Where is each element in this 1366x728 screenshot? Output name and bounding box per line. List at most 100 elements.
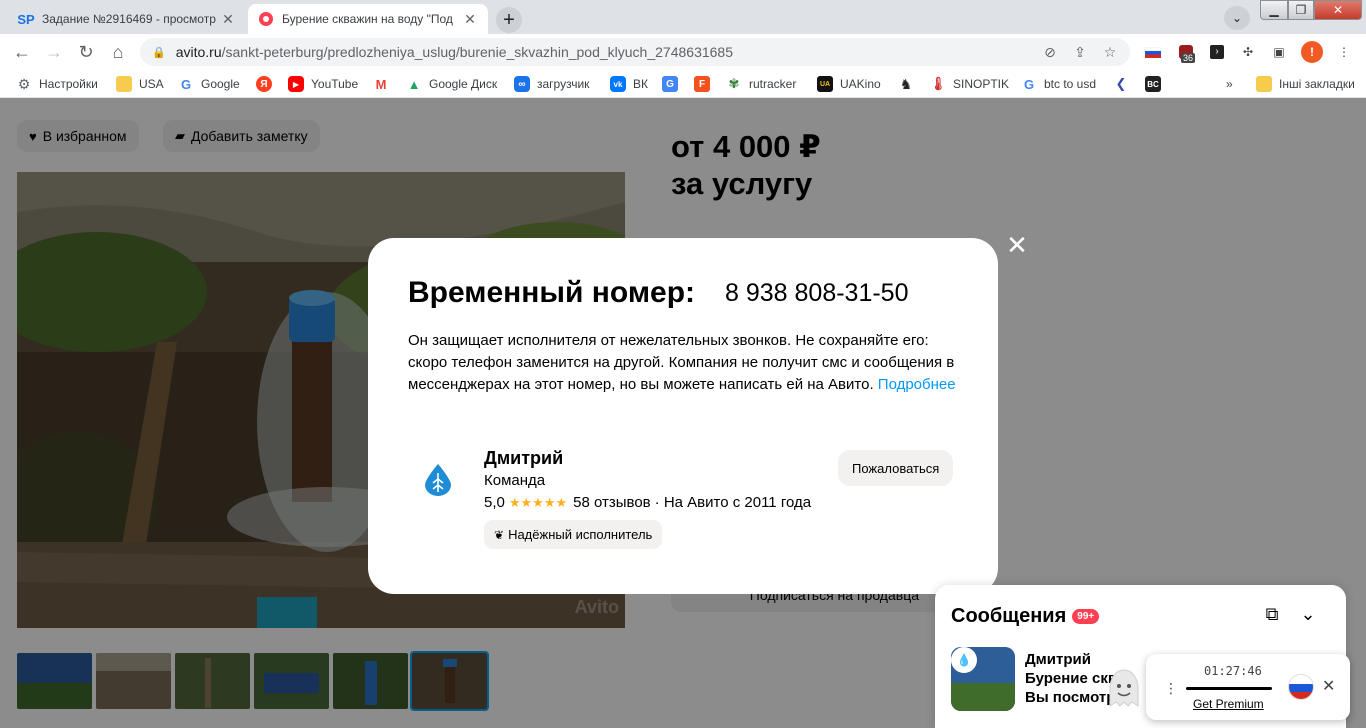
kebab-menu-icon[interactable]: ⋮ (1164, 680, 1178, 697)
bookmark-youtube[interactable]: ▶ YouTube (288, 76, 358, 92)
russia-flag-icon[interactable] (1143, 42, 1163, 62)
folder-icon (1256, 76, 1272, 92)
avito-favicon-icon (258, 11, 274, 27)
f-icon: F (694, 76, 710, 92)
minimize-window-icon[interactable]: ▁ (1260, 0, 1288, 20)
bookmark-chess[interactable]: ♞ (898, 76, 921, 92)
russia-flag-icon[interactable] (1288, 674, 1314, 700)
seller-name[interactable]: Дмитрий (484, 448, 563, 469)
bookmark-yandex[interactable]: Я (256, 76, 279, 92)
bookmark-translate[interactable]: G (662, 76, 685, 92)
chat-subject: Бурение скв (1025, 670, 1118, 687)
reload-icon[interactable]: ↻ (74, 40, 98, 64)
water-drop-icon (425, 464, 451, 496)
bookmark-loader[interactable]: ∞ загрузчик (514, 76, 589, 92)
url-host: avito.ru (175, 44, 222, 60)
extension-badge-icon[interactable]: 36 (1176, 42, 1196, 63)
folder-icon (116, 76, 132, 92)
bc-icon: BC (1145, 76, 1161, 92)
phone-number[interactable]: 8 938 808-31-50 (725, 279, 908, 308)
bookmark-bolt[interactable]: ❮ (1113, 76, 1136, 92)
seller-logo[interactable] (418, 460, 458, 500)
bookmark-label: Google Диск (429, 77, 498, 91)
chat-snippet: Вы посмотр (1025, 689, 1116, 706)
maximize-window-icon[interactable]: ❐ (1288, 0, 1314, 20)
sp-favicon-icon: SP (17, 11, 35, 27)
water-drop-icon: 💧 (951, 647, 977, 673)
bookmark-f[interactable]: F (694, 76, 717, 92)
bookmark-vk[interactable]: vk ВК (610, 76, 648, 92)
bookmark-gmail[interactable]: M (373, 76, 396, 92)
get-premium-link[interactable]: Get Premium (1193, 697, 1264, 711)
seller-since: · На Авито с 2011 года (654, 494, 812, 511)
bookmark-label: YouTube (311, 77, 359, 91)
close-icon[interactable]: ✕ (1005, 232, 1029, 258)
browser-toolbar: ← → ↻ ⌂ 🔒 avito.ru/sankt-peterburg/predl… (0, 34, 1366, 70)
new-tab-button[interactable]: + (496, 7, 522, 33)
bookmark-usa[interactable]: USA (116, 76, 164, 92)
bookmark-label: UAKino (840, 77, 881, 91)
open-external-icon[interactable]: ⧉ (1261, 603, 1283, 625)
blocked-icon[interactable]: ⊘ (1042, 44, 1058, 60)
complain-button[interactable]: Пожаловаться (838, 450, 954, 486)
uakino-icon: UA (817, 76, 833, 92)
bookmark-btc[interactable]: Gbtc to usd (1021, 76, 1096, 92)
reliable-badge[interactable]: ❦ Надёжный исполнитель (484, 520, 663, 549)
forward-arrow-icon[interactable]: → (42, 40, 66, 64)
terminal-extension-icon[interactable]: › (1207, 42, 1227, 62)
google-icon: G (1023, 76, 1035, 92)
tab-search-icon[interactable]: ⌄ (1224, 6, 1250, 30)
bookmark-google[interactable]: G Google (178, 76, 240, 92)
messages-title[interactable]: Сообщения 99+ (951, 605, 1100, 628)
bookmark-rutracker[interactable]: ✾ rutracker (726, 76, 797, 92)
reliable-label: Надёжный исполнитель (508, 527, 653, 542)
vpn-timer: 01:27:46 (1204, 664, 1262, 678)
chat-avatar[interactable]: 💧 (951, 647, 1015, 711)
bookmark-uakino[interactable]: UA UAKino (817, 76, 881, 92)
tab-title: Задание №2916469 - просмотр (42, 12, 216, 26)
bookmarks-more[interactable]: » (1226, 76, 1233, 92)
vpn-progress (1186, 687, 1272, 690)
bookmark-label: btc to usd (1044, 77, 1097, 91)
more-info-link[interactable]: Подробнее (878, 376, 956, 393)
close-tab-icon[interactable]: ✕ (220, 11, 236, 28)
tab-title: Бурение скважин на воду "Под (282, 12, 453, 26)
bookmark-settings[interactable]: ⚙ Настройки (16, 76, 98, 92)
home-icon[interactable]: ⌂ (106, 40, 130, 64)
url-path: /sankt-peterburg/predlozheniya_uslug/bur… (221, 44, 733, 60)
address-bar[interactable]: 🔒 avito.ru/sankt-peterburg/predlozheniya… (140, 38, 1130, 66)
profile-avatar[interactable]: ! (1301, 41, 1323, 63)
bookmark-label: Настройки (39, 77, 98, 91)
reviews-link[interactable]: 58 отзывов (573, 494, 651, 511)
bookmark-label: rutracker (749, 77, 797, 91)
loader-icon: ∞ (514, 76, 530, 92)
translate-icon: G (662, 76, 678, 92)
other-bookmarks[interactable]: Інші закладки (1256, 76, 1355, 92)
bookmark-star-icon[interactable]: ☆ (1102, 44, 1118, 60)
bookmark-drive[interactable]: ▲ Google Диск (406, 76, 498, 92)
tab-avito[interactable]: Бурение скважин на воду "Под ✕ (248, 4, 488, 34)
close-icon[interactable]: ✕ (1322, 676, 1335, 696)
back-arrow-icon[interactable]: ← (10, 40, 34, 64)
chat-sender: Дмитрий (1025, 651, 1091, 668)
youtube-icon: ▶ (288, 76, 304, 92)
unread-badge: 99+ (1072, 609, 1100, 624)
side-panel-icon[interactable]: ▣ (1269, 42, 1289, 62)
bookmark-bc[interactable]: BC (1145, 76, 1168, 92)
laurel-icon: ❦ (494, 527, 505, 542)
chat-preview[interactable]: Дмитрий Бурение скв Вы посмотр (1025, 650, 1117, 707)
kebab-menu-icon[interactable]: ⋮ (1334, 42, 1354, 62)
dialog-description: Он защищает исполнителя от нежелательных… (408, 330, 968, 396)
close-window-icon[interactable]: ✕ (1314, 0, 1362, 20)
gmail-icon: M (375, 76, 387, 92)
google-icon: G (180, 76, 192, 92)
ghost-icon[interactable] (1106, 668, 1142, 708)
close-tab-icon[interactable]: ✕ (462, 11, 478, 28)
bookmark-sinoptik[interactable]: 🌡 SINOPTIK (930, 76, 1009, 92)
share-icon[interactable]: ⇪ (1072, 44, 1088, 60)
screen: SP Задание №2916469 - просмотр ✕ Бурение… (0, 0, 1366, 728)
puzzle-extensions-icon[interactable]: ✣ (1238, 42, 1258, 62)
bookmarks-bar: ⚙ Настройки USA G Google Я ▶ YouTube M ▲ Goo… (0, 70, 1366, 98)
chevron-down-icon[interactable]: ⌄ (1297, 603, 1319, 625)
tab-task[interactable]: SP Задание №2916469 - просмотр ✕ (8, 4, 246, 34)
